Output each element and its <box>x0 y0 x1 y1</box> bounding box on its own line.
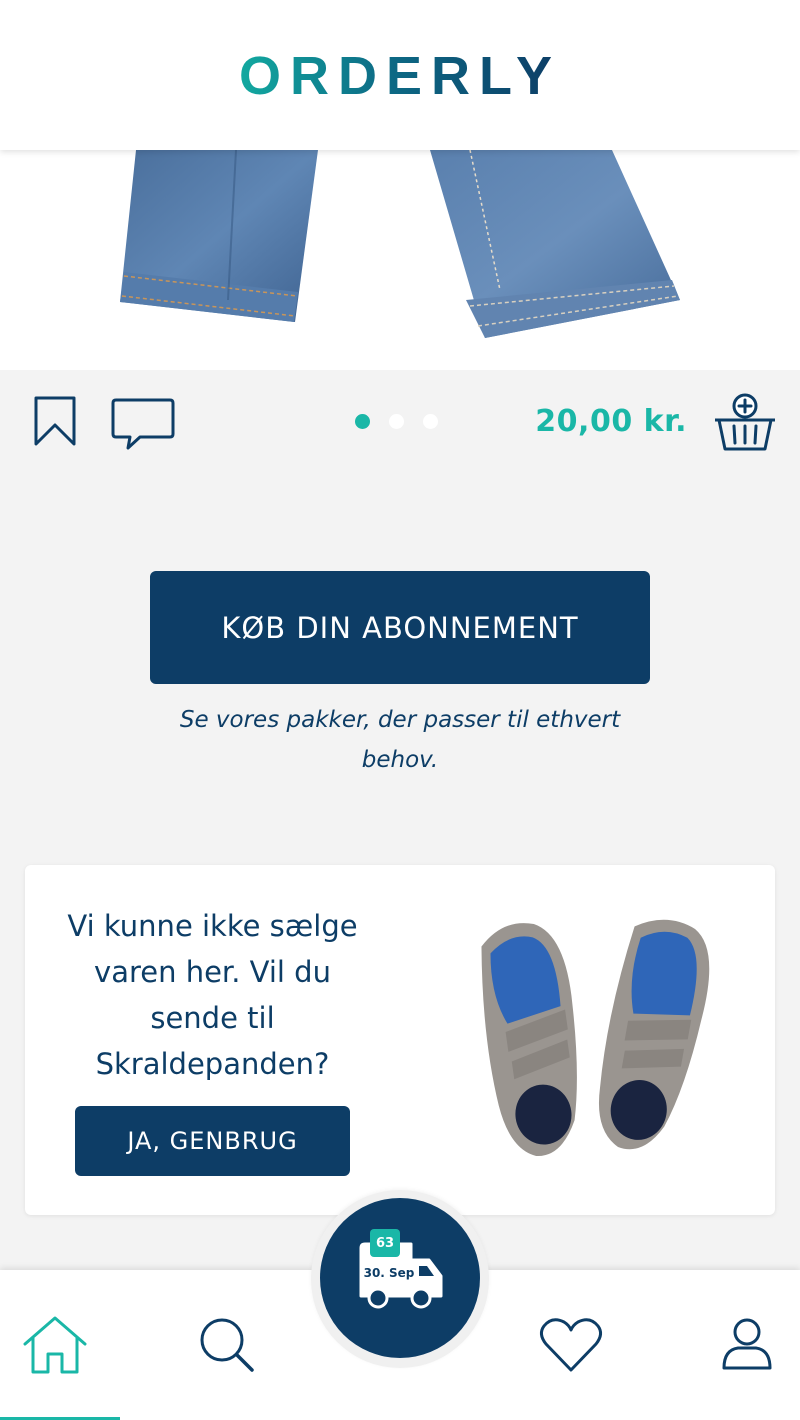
recycle-message: Vi kunne ikke sælge varen her. Vil du se… <box>67 909 358 1081</box>
carousel-dots[interactable] <box>355 414 438 429</box>
carousel-dot[interactable] <box>355 414 370 429</box>
app-header: ORDERLY <box>0 0 800 150</box>
search-icon[interactable] <box>192 1310 262 1380</box>
logo: ORDERLY <box>238 46 562 106</box>
home-icon[interactable] <box>20 1310 90 1380</box>
comment-icon[interactable] <box>110 396 176 452</box>
recycle-button[interactable]: JA, GENBRUG <box>75 1106 350 1176</box>
recycle-card: Vi kunne ikke sælge varen her. Vil du se… <box>25 865 775 1215</box>
product-price: 20,00 kr. <box>535 404 687 439</box>
product-image[interactable] <box>0 150 800 370</box>
carousel-dot[interactable] <box>389 414 404 429</box>
product-actions-bar: 20,00 kr. <box>0 370 800 480</box>
bookmark-icon[interactable] <box>33 395 77 447</box>
delivery-date: 30. Sep <box>363 1266 415 1280</box>
heart-icon[interactable] <box>536 1310 606 1380</box>
sneakers-image <box>481 919 710 1156</box>
user-icon[interactable] <box>712 1310 782 1380</box>
buy-subscription-button[interactable]: KØB DIN ABONNEMENT <box>150 571 650 684</box>
delivery-count-badge: 63 <box>370 1229 400 1257</box>
carousel-dot[interactable] <box>423 414 438 429</box>
add-to-basket-icon[interactable] <box>712 392 778 454</box>
subscription-subtitle: Se vores pakker, der passer til ethvert … <box>179 707 621 773</box>
delivery-button[interactable]: 63 30. Sep <box>320 1198 480 1358</box>
jeans-image <box>120 150 680 338</box>
